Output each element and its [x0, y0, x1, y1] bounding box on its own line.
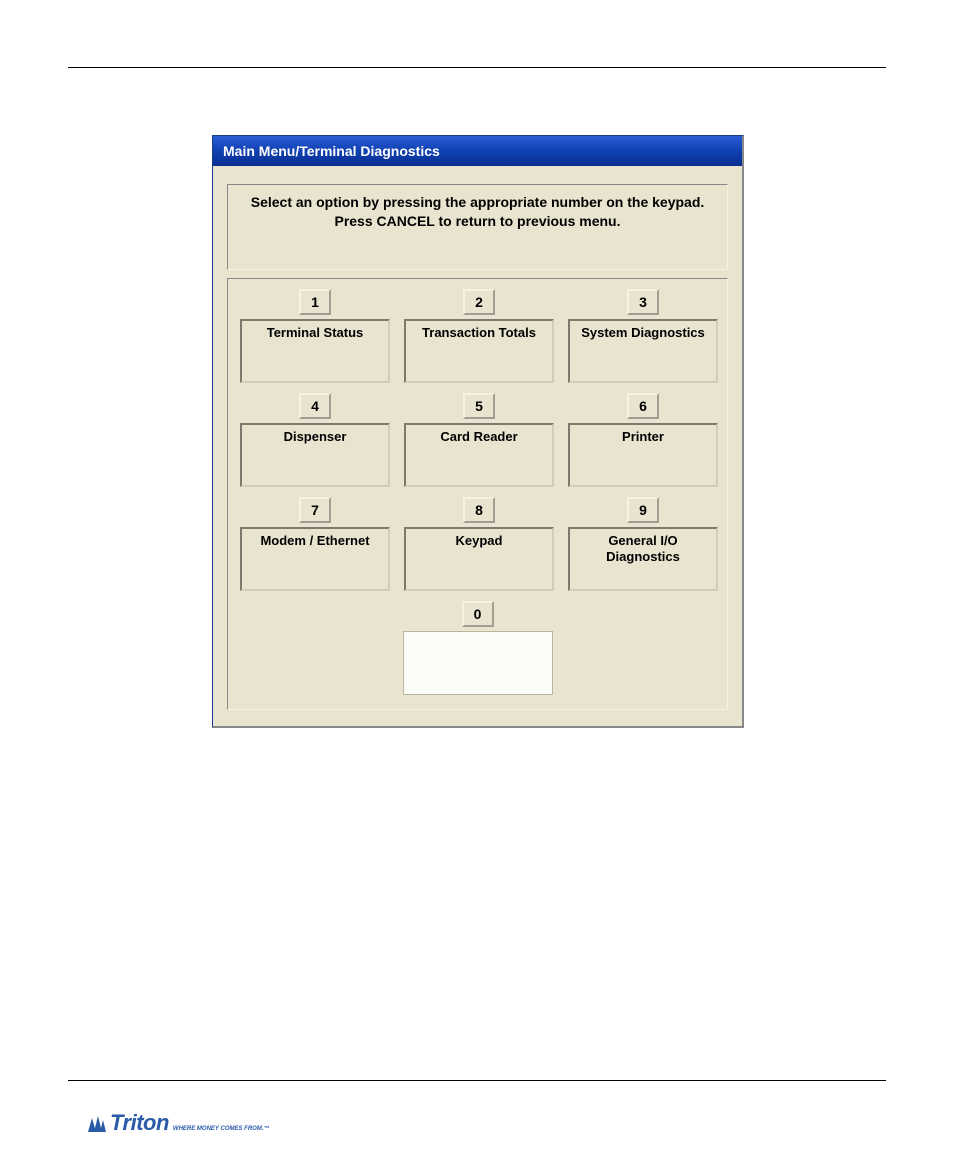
option-label-modem-ethernet: Modem / Ethernet: [240, 527, 390, 591]
keypad-button-1[interactable]: 1: [299, 289, 331, 315]
options-row-3: 7 Modem / Ethernet 8 Keypad 9 General I/…: [240, 497, 715, 591]
option-label-transaction-totals: Transaction Totals: [404, 319, 554, 383]
footer-brand: Triton: [110, 1112, 169, 1134]
dialog-titlebar: Main Menu/Terminal Diagnostics: [213, 136, 742, 166]
option-label-keypad: Keypad: [404, 527, 554, 591]
options-row-1: 1 Terminal Status 2 Transaction Totals 3…: [240, 289, 715, 383]
footer-logo: Triton WHERE MONEY COMES FROM.™: [86, 1112, 269, 1134]
keypad-button-8[interactable]: 8: [463, 497, 495, 523]
keypad-button-7[interactable]: 7: [299, 497, 331, 523]
option-cell-4: 4 Dispenser: [240, 393, 390, 487]
keypad-button-6[interactable]: 6: [627, 393, 659, 419]
instruction-line-2: Press CANCEL to return to previous menu.: [234, 212, 721, 231]
options-row-2: 4 Dispenser 5 Card Reader 6 Printer: [240, 393, 715, 487]
option-cell-5: 5 Card Reader: [404, 393, 554, 487]
dialog-body: Select an option by pressing the appropr…: [213, 166, 742, 726]
option-cell-3: 3 System Diagnostics: [568, 289, 718, 383]
terminal-diagnostics-dialog: Main Menu/Terminal Diagnostics Select an…: [212, 135, 744, 728]
option-cell-6: 6 Printer: [568, 393, 718, 487]
option-label-general-io: General I/O Diagnostics: [568, 527, 718, 591]
keypad-button-4[interactable]: 4: [299, 393, 331, 419]
option-cell-2: 2 Transaction Totals: [404, 289, 554, 383]
page-bottom-rule: [68, 1080, 886, 1081]
keypad-button-5[interactable]: 5: [463, 393, 495, 419]
option-cell-7: 7 Modem / Ethernet: [240, 497, 390, 591]
keypad-button-0[interactable]: 0: [462, 601, 494, 627]
page-top-rule: [68, 67, 886, 68]
dialog-title: Main Menu/Terminal Diagnostics: [223, 143, 440, 159]
option-label-printer: Printer: [568, 423, 718, 487]
instruction-box: Select an option by pressing the appropr…: [227, 184, 728, 270]
options-row-4: 0: [240, 601, 715, 695]
keypad-button-3[interactable]: 3: [627, 289, 659, 315]
option-cell-1: 1 Terminal Status: [240, 289, 390, 383]
option-label-terminal-status: Terminal Status: [240, 319, 390, 383]
keypad-button-2[interactable]: 2: [463, 289, 495, 315]
options-grid: 1 Terminal Status 2 Transaction Totals 3…: [227, 278, 728, 710]
instruction-line-1: Select an option by pressing the appropr…: [234, 193, 721, 212]
option-label-system-diagnostics: System Diagnostics: [568, 319, 718, 383]
option-label-dispenser: Dispenser: [240, 423, 390, 487]
option-label-blank: [403, 631, 553, 695]
option-cell-8: 8 Keypad: [404, 497, 554, 591]
footer-tagline: WHERE MONEY COMES FROM.™: [173, 1126, 270, 1132]
triton-logo-icon: [86, 1114, 108, 1134]
option-label-card-reader: Card Reader: [404, 423, 554, 487]
option-cell-0: 0: [403, 601, 553, 695]
keypad-button-9[interactable]: 9: [627, 497, 659, 523]
option-cell-9: 9 General I/O Diagnostics: [568, 497, 718, 591]
